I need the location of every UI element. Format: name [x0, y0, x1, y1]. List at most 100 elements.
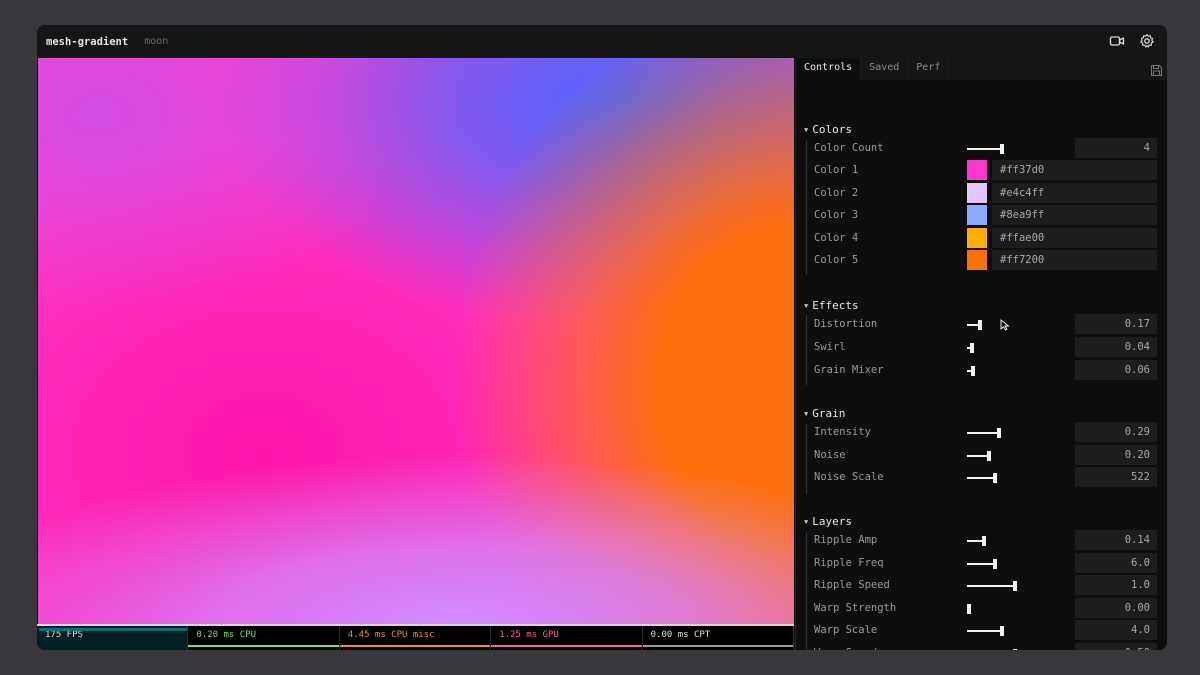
slider[interactable] [967, 144, 1037, 154]
control-label: Color 2 [814, 186, 859, 199]
color-swatch[interactable] [967, 205, 987, 226]
value-input[interactable]: 4.0 [1075, 620, 1157, 641]
slider-thumb[interactable] [982, 536, 986, 546]
video-camera-icon[interactable] [1109, 33, 1125, 49]
row-color-5: Color 5 #ff7200 [814, 250, 1157, 271]
slider-thumb[interactable] [1013, 649, 1017, 650]
tab-controls[interactable]: Controls [796, 58, 862, 80]
color-swatch[interactable] [967, 160, 987, 180]
value-input[interactable]: 522 [1075, 467, 1157, 488]
perf-cell: 0.20 ms CPU [188, 626, 340, 650]
control-label: Ripple Amp [814, 534, 878, 546]
color-swatch[interactable] [967, 250, 987, 271]
section-rule [806, 532, 807, 650]
slider-thumb[interactable] [978, 320, 982, 330]
value-input[interactable]: 0.50 [1075, 643, 1157, 650]
app-window: mesh-gradient moon 175 FPS 0.20 ms CPU 4.4… [37, 25, 1167, 650]
slider-thumb[interactable] [971, 365, 975, 376]
control-label: Warp Scale [814, 624, 878, 637]
section-rule [806, 424, 807, 494]
slider[interactable] [967, 581, 1037, 592]
slider[interactable] [967, 558, 1037, 569]
value-input[interactable]: 0.29 [1075, 422, 1157, 442]
slider[interactable] [967, 365, 1037, 376]
value-input[interactable]: 0.04 [1075, 336, 1157, 357]
controls-panel: Controls Saved Perf ▼ Colors Color Count 4 Col… [795, 58, 1167, 650]
value-input[interactable]: 6.0 [1075, 552, 1157, 573]
hex-input[interactable]: #ffae00 [992, 227, 1157, 248]
control-label: Ripple Speed [814, 579, 890, 592]
value-input[interactable]: 4 [1075, 138, 1157, 158]
section-header-layers[interactable]: ▼ Layers [804, 515, 852, 528]
hex-input[interactable]: #ff7200 [992, 250, 1157, 271]
value-input[interactable]: 1.0 [1075, 575, 1157, 596]
section-rule [806, 140, 807, 275]
row-ripple-freq: Ripple Freq 6.0 [814, 552, 1157, 573]
slider-track [967, 477, 993, 480]
slider[interactable] [967, 626, 1037, 637]
save-icon[interactable] [1150, 62, 1163, 81]
slider-track [967, 432, 997, 434]
control-label: Swirl [814, 340, 846, 353]
value-input[interactable]: 0.17 [1075, 314, 1157, 334]
app-title: mesh-gradient [46, 35, 129, 48]
perf-cell: 175 FPS [37, 626, 189, 650]
perf-label: 0.00 ms CPT [650, 630, 711, 640]
slider-track [967, 148, 1000, 150]
slider[interactable] [967, 450, 1037, 461]
row-color-2: Color 2 #e4c4ff [814, 182, 1157, 203]
perf-label: 1.25 ms GPU [499, 630, 559, 640]
perf-cell: 4.45 ms CPU misc [339, 626, 492, 650]
caret-down-icon: ▼ [804, 517, 809, 526]
row-warp-strength: Warp Strength 0.00 [814, 597, 1157, 618]
slider-thumb[interactable] [997, 428, 1001, 438]
section-title: Layers [812, 515, 852, 528]
slider-thumb[interactable] [970, 342, 974, 353]
perf-label: 175 FPS [45, 630, 83, 640]
slider[interactable] [967, 536, 1037, 546]
row-noise-scale: Noise Scale 522 [814, 467, 1157, 488]
slider[interactable] [967, 473, 1037, 484]
control-label: Grain Mixer [814, 363, 884, 376]
row-noise: Noise 0.20 [814, 444, 1157, 465]
slider-thumb[interactable] [993, 473, 997, 484]
fps-graph [39, 628, 187, 631]
slider-thumb[interactable] [1000, 144, 1004, 154]
control-label: Color Count [814, 142, 884, 154]
slider-thumb[interactable] [993, 558, 997, 569]
slider[interactable] [967, 603, 1037, 614]
value-input[interactable]: 0.06 [1075, 359, 1157, 380]
section-header-grain[interactable]: ▼ Grain [804, 407, 845, 420]
tab-perf[interactable]: Perf [908, 58, 950, 80]
preset-name[interactable]: moon [144, 36, 168, 47]
color-swatch[interactable] [967, 182, 987, 203]
tab-bar-filler [949, 58, 1167, 80]
value-input[interactable]: 0.20 [1075, 444, 1157, 465]
slider[interactable] [967, 342, 1037, 353]
perf-graph-line [491, 645, 642, 647]
control-label: Distortion [814, 318, 878, 330]
slider-thumb[interactable] [1013, 581, 1017, 592]
value-input[interactable]: 0.00 [1075, 597, 1157, 618]
slider-thumb[interactable] [1000, 626, 1004, 637]
slider-thumb[interactable] [967, 603, 971, 614]
tab-saved[interactable]: Saved [861, 58, 909, 80]
color-swatch[interactable] [967, 227, 987, 248]
hex-input[interactable]: #ff37d0 [992, 160, 1157, 180]
row-distortion: Distortion 0.17 [814, 314, 1157, 334]
value-input[interactable]: 0.14 [1075, 530, 1157, 550]
section-header-colors[interactable]: ▼ Colors [804, 123, 852, 136]
slider-track [967, 630, 1000, 633]
slider[interactable] [967, 428, 1037, 438]
panel-tabs: Controls Saved Perf [796, 58, 1167, 80]
control-label: Noise [814, 448, 846, 461]
mouse-pointer-icon [1000, 316, 1010, 335]
gear-icon[interactable] [1139, 33, 1155, 49]
slider-thumb[interactable] [987, 450, 991, 461]
hex-input[interactable]: #e4c4ff [992, 182, 1157, 203]
section-header-effects[interactable]: ▼ Effects [804, 299, 859, 312]
control-label: Color 1 [814, 164, 859, 176]
slider[interactable] [967, 649, 1037, 650]
gradient-canvas[interactable] [38, 58, 794, 624]
hex-input[interactable]: #8ea9ff [992, 205, 1157, 226]
